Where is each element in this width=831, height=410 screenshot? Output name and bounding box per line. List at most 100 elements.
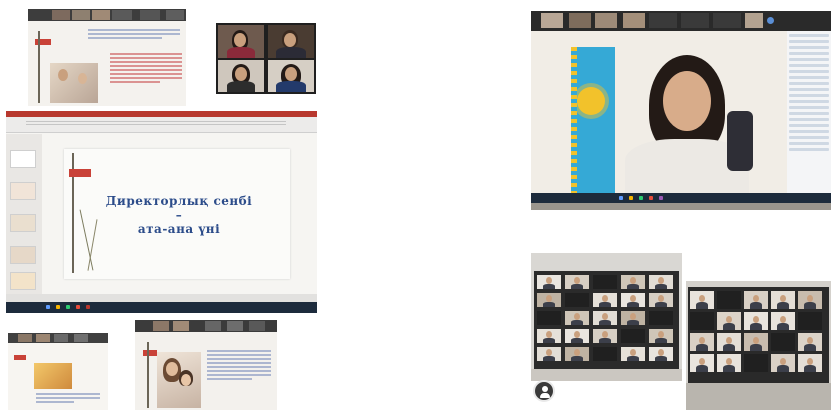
participant-tile xyxy=(690,333,714,351)
participant-body xyxy=(571,338,583,343)
flag-ornament xyxy=(571,47,577,193)
slide-thumbnail[interactable] xyxy=(10,246,36,264)
participant-tile xyxy=(744,291,768,309)
participant-tile xyxy=(649,329,673,343)
participant-body xyxy=(777,365,789,372)
participant-tile xyxy=(621,329,645,343)
strip-tile xyxy=(249,321,265,331)
participant-tile xyxy=(771,333,795,351)
slide-thumbnail[interactable] xyxy=(10,182,36,200)
participant-tile xyxy=(565,293,589,307)
participant-tile xyxy=(537,293,561,307)
participant-body xyxy=(723,365,735,372)
participant-body xyxy=(543,356,555,361)
participant-tile xyxy=(565,275,589,289)
strip-tile xyxy=(72,10,90,20)
participant-tile xyxy=(744,333,768,351)
taskbar xyxy=(531,193,831,203)
strip-tile xyxy=(52,10,70,20)
participant-tile xyxy=(717,291,741,309)
slide-thumbnail[interactable] xyxy=(10,272,36,290)
participant-body xyxy=(627,284,639,289)
main-slide: Директорлық сенбі – ата-ана үні xyxy=(64,149,290,279)
slide-text-block xyxy=(207,350,271,382)
strip-tile xyxy=(595,13,617,28)
participant-face xyxy=(658,349,664,356)
strip-next-arrow[interactable] xyxy=(767,17,774,24)
participant-body xyxy=(655,338,667,343)
participant-face xyxy=(780,316,786,323)
participant-face xyxy=(574,331,580,338)
participant-tile xyxy=(218,25,264,58)
strip-tile xyxy=(74,334,88,342)
participant-body xyxy=(655,284,667,289)
photo-video-grid-four xyxy=(216,23,316,94)
participant-face xyxy=(658,295,664,302)
participant-tile xyxy=(690,312,714,330)
participant-face xyxy=(546,295,552,302)
strip-tile xyxy=(569,13,591,28)
photo-gallery-grid-1 xyxy=(531,253,682,381)
participant-face xyxy=(546,331,552,338)
gallery-tiles xyxy=(690,291,828,381)
main-video xyxy=(531,31,787,193)
participant-tile xyxy=(649,293,673,307)
participant-face xyxy=(699,358,705,365)
participant-body xyxy=(750,323,762,330)
strip-tile xyxy=(140,10,160,20)
participant-tile xyxy=(744,354,768,372)
flag-sun-icon xyxy=(577,87,605,115)
participant-tile xyxy=(593,329,617,343)
participant-face xyxy=(630,277,636,284)
participant-tile xyxy=(649,347,673,361)
slide-text-block xyxy=(110,53,182,85)
strip-tile xyxy=(166,10,184,20)
participant-body xyxy=(655,302,667,307)
participant-face xyxy=(658,277,664,284)
participant-face xyxy=(630,313,636,320)
slide-thumbnail[interactable] xyxy=(10,150,36,168)
participant-tile xyxy=(744,312,768,330)
slide-title-line-2: ата-ана үні xyxy=(137,221,221,236)
participant-body xyxy=(777,323,789,330)
participant-body xyxy=(696,365,708,372)
participant-body xyxy=(723,323,735,330)
strip-tile xyxy=(681,13,709,28)
participant-tile xyxy=(690,354,714,372)
slide-red-marker xyxy=(69,169,91,177)
participant-face xyxy=(546,349,552,356)
ppt-ribbon xyxy=(6,117,317,133)
participant-tile xyxy=(218,60,264,92)
participant-tile xyxy=(621,293,645,307)
participant-body xyxy=(804,365,816,372)
participant-face xyxy=(726,337,732,344)
strip-tile xyxy=(112,10,132,20)
slide-title-line-1: Директорлық сенбі – xyxy=(105,194,253,222)
participant-face xyxy=(807,337,813,344)
participant-tile xyxy=(537,275,561,289)
slide-text-block xyxy=(88,29,180,41)
mother-child-photo xyxy=(50,63,98,103)
figure-face xyxy=(58,69,68,81)
participant-body xyxy=(804,302,816,309)
strip-tile xyxy=(92,10,110,20)
participant-tile xyxy=(537,347,561,361)
speaker-chair xyxy=(727,111,753,171)
slide-text-block xyxy=(36,393,100,405)
participant-body xyxy=(571,356,583,361)
strip-tile xyxy=(54,334,68,342)
slide-thumbnail[interactable] xyxy=(10,214,36,232)
mother-child-photo xyxy=(157,352,201,408)
participant-tile xyxy=(593,347,617,361)
participant-tile xyxy=(593,293,617,307)
person-camera-icon[interactable] xyxy=(533,380,555,402)
gallery-tiles xyxy=(537,275,677,367)
photo-gallery-grid-2 xyxy=(686,281,831,410)
speaker-face xyxy=(663,71,711,131)
strip-tile xyxy=(745,13,763,28)
strip-tile xyxy=(541,13,563,28)
participant-tile xyxy=(565,311,589,325)
strip-tile xyxy=(36,334,50,342)
participant-body xyxy=(777,302,789,309)
participant-body xyxy=(696,302,708,309)
